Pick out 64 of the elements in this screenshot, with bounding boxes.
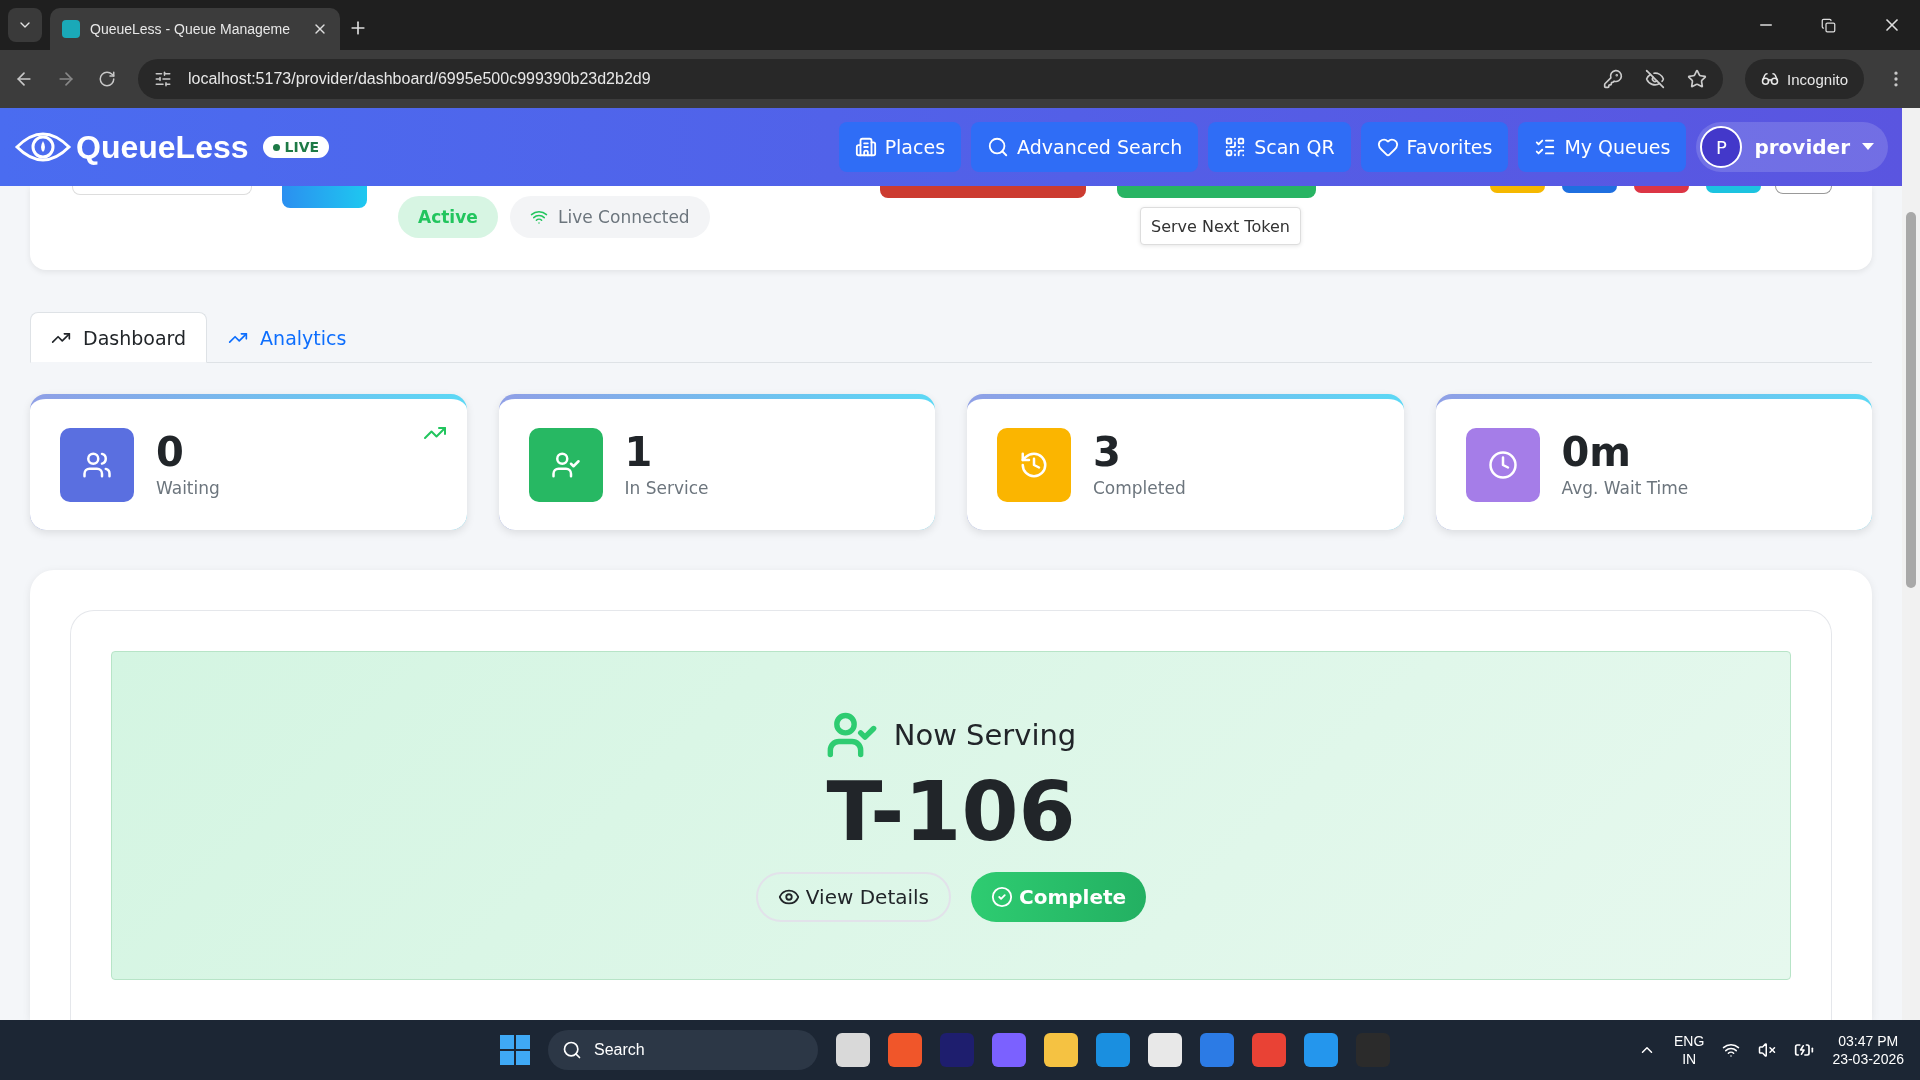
taskbar-search[interactable]: Search xyxy=(548,1030,818,1070)
button[interactable] xyxy=(1562,186,1617,193)
app-icon[interactable] xyxy=(1044,1033,1078,1067)
clock[interactable]: 03:47 PM 23-03-2026 xyxy=(1832,1031,1904,1069)
view-details-button[interactable]: View Details xyxy=(755,871,951,922)
stat-label: Avg. Wait Time xyxy=(1561,477,1689,498)
status-label: Active xyxy=(398,196,498,238)
check-circle-icon xyxy=(991,885,1013,908)
connection-status: Live Connected xyxy=(510,196,710,238)
tooltip: Serve Next Token xyxy=(1140,207,1301,245)
search-icon xyxy=(562,1040,582,1060)
app-icon[interactable] xyxy=(1148,1033,1182,1067)
heart-icon xyxy=(1376,136,1399,158)
stat-value: 3 xyxy=(1093,431,1122,472)
app-icon[interactable] xyxy=(1304,1033,1338,1067)
wifi-icon[interactable] xyxy=(1722,1041,1741,1059)
app-icon[interactable] xyxy=(888,1033,922,1067)
scrollbar[interactable] xyxy=(1902,108,1920,1020)
app-icon[interactable] xyxy=(1252,1033,1286,1067)
user-menu[interactable]: P provider xyxy=(1696,122,1888,172)
button[interactable] xyxy=(1634,186,1689,193)
app-icon[interactable] xyxy=(992,1033,1026,1067)
nav-link[interactable]: Places xyxy=(838,122,962,172)
avatar: P xyxy=(1700,126,1743,168)
brand-name: QueueLess xyxy=(76,128,249,166)
app-icon[interactable] xyxy=(1200,1033,1234,1067)
start-icon[interactable] xyxy=(500,1035,530,1065)
clock-icon xyxy=(1487,449,1518,480)
tab[interactable]: Analytics xyxy=(207,312,368,363)
now-serving-heading: Now Serving xyxy=(893,718,1077,753)
mute-icon[interactable] xyxy=(1758,1041,1777,1059)
key-icon[interactable] xyxy=(1603,69,1624,89)
qr-code-icon xyxy=(1224,136,1247,158)
building-icon xyxy=(854,136,877,158)
live-badge: LIVE xyxy=(262,136,330,158)
nav-link[interactable]: My Queues xyxy=(1518,122,1687,172)
search-icon xyxy=(987,136,1010,158)
nav-link[interactable]: Scan QR xyxy=(1208,122,1351,172)
language-indicator[interactable]: ENG IN xyxy=(1674,1031,1705,1069)
stat-label: Waiting xyxy=(156,477,220,498)
reload-icon[interactable] xyxy=(98,70,116,88)
incognito-icon xyxy=(1761,70,1780,88)
tab-list-button[interactable] xyxy=(8,8,42,42)
site-info-icon[interactable] xyxy=(154,70,172,88)
nav-link[interactable]: Favorites xyxy=(1360,122,1509,172)
eye-off-icon[interactable] xyxy=(1645,69,1666,89)
caret-icon xyxy=(1862,143,1874,151)
wifi-icon xyxy=(530,208,548,226)
address-bar[interactable]: localhost:5173/provider/dashboard/6995e500c999390b23d2b2d9 xyxy=(138,59,1724,99)
stat-value: 0 xyxy=(156,431,185,472)
stat-label: Completed xyxy=(1093,477,1186,498)
tab[interactable]: Dashboard xyxy=(30,312,208,363)
star-icon[interactable] xyxy=(1687,69,1708,89)
browser-tab[interactable]: QueueLess - Queue Manageme xyxy=(50,8,340,50)
incognito-button[interactable]: Incognito xyxy=(1745,59,1864,99)
nav-link[interactable]: Advanced Search xyxy=(971,122,1199,172)
stat-value: 1 xyxy=(624,431,654,472)
stat-value: 0m xyxy=(1561,431,1632,472)
restore-icon[interactable] xyxy=(1821,17,1836,33)
stat-label: In Service xyxy=(624,477,709,498)
favicon-icon xyxy=(62,20,80,38)
app-icon[interactable] xyxy=(836,1033,870,1067)
token-number: T-106 xyxy=(826,767,1076,858)
app-icon[interactable] xyxy=(1096,1033,1130,1067)
